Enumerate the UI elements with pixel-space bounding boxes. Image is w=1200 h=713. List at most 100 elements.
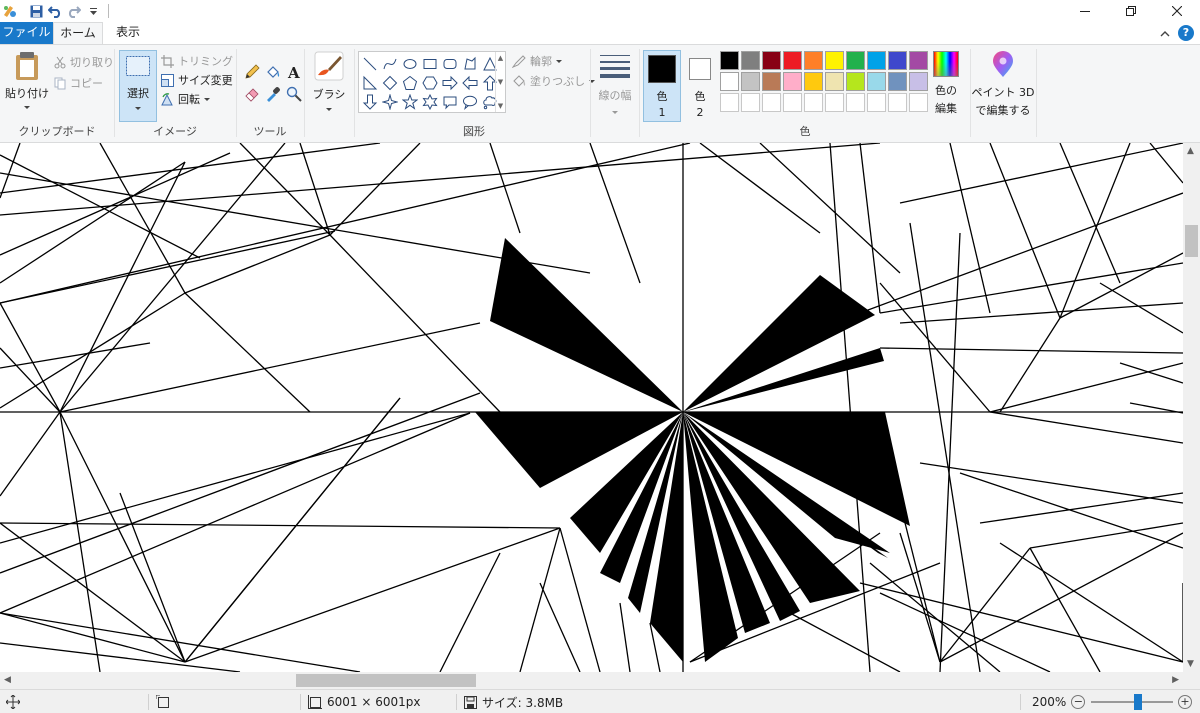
palette-swatch[interactable]: [867, 51, 886, 70]
palette-swatch[interactable]: [846, 51, 865, 70]
vertical-scroll-thumb[interactable]: [1185, 225, 1198, 257]
five-point-star-shape-icon[interactable]: [401, 92, 419, 111]
canvas-line: [0, 392, 481, 574]
rounded-rectangle-shape-icon[interactable]: [441, 54, 459, 73]
selection-size: [156, 690, 170, 713]
right-triangle-shape-icon[interactable]: [361, 73, 379, 92]
polygon-shape-icon[interactable]: [461, 54, 479, 73]
vertical-scrollbar[interactable]: ▲ ▼: [1183, 143, 1200, 672]
palette-swatch[interactable]: [867, 72, 886, 91]
scroll-left-icon[interactable]: ◀: [4, 675, 11, 685]
palette-swatch[interactable]: [846, 93, 865, 112]
status-separator: [1020, 694, 1021, 710]
status-separator: [148, 694, 149, 710]
save-icon[interactable]: [27, 2, 45, 20]
horizontal-scrollbar[interactable]: ◀ ▶: [0, 672, 1183, 689]
four-point-star-shape-icon[interactable]: [381, 92, 399, 111]
horizontal-scroll-thumb[interactable]: [296, 674, 476, 687]
left-arrow-shape-icon[interactable]: [461, 73, 479, 92]
tab-file[interactable]: ファイル: [0, 22, 53, 44]
scroll-up-icon[interactable]: ▲: [1187, 146, 1194, 156]
outline-button[interactable]: 輪郭: [512, 51, 562, 71]
tab-view[interactable]: 表示: [106, 22, 150, 44]
gallery-more-icon[interactable]: ▼: [498, 102, 503, 110]
palette-swatch[interactable]: [804, 72, 823, 91]
palette-swatch[interactable]: [741, 93, 760, 112]
zoom-slider-track[interactable]: [1091, 701, 1173, 703]
color1-button[interactable]: 色 1: [643, 50, 681, 122]
right-arrow-shape-icon[interactable]: [441, 73, 459, 92]
color2-button[interactable]: 色 2: [685, 50, 715, 122]
color-palette: [720, 51, 928, 112]
redo-icon[interactable]: [65, 2, 83, 20]
zoom-control: 200% −: [1032, 690, 1086, 713]
palette-swatch[interactable]: [909, 72, 928, 91]
palette-swatch[interactable]: [888, 51, 907, 70]
palette-swatch[interactable]: [720, 51, 739, 70]
palette-swatch[interactable]: [741, 72, 760, 91]
canvas-line: [759, 143, 901, 274]
close-button[interactable]: [1154, 0, 1200, 22]
shapes-gallery-scroll[interactable]: ▲ ▼ ▼: [495, 52, 505, 112]
gallery-up-icon[interactable]: ▲: [498, 54, 503, 62]
canvas-line: [0, 161, 186, 284]
scroll-right-icon[interactable]: ▶: [1172, 675, 1179, 685]
edit-colors-button[interactable]: 色の 編集: [928, 51, 964, 116]
diamond-shape-icon[interactable]: [381, 73, 399, 92]
canvas-line: [859, 582, 1183, 663]
palette-swatch[interactable]: [783, 51, 802, 70]
palette-swatch[interactable]: [867, 93, 886, 112]
palette-swatch[interactable]: [888, 93, 907, 112]
line-shape-icon[interactable]: [361, 54, 379, 73]
undo-icon[interactable]: [46, 2, 64, 20]
palette-swatch[interactable]: [720, 93, 739, 112]
zoom-in-button[interactable]: +: [1178, 695, 1192, 709]
palette-swatch[interactable]: [720, 72, 739, 91]
curve-shape-icon[interactable]: [381, 54, 399, 73]
edit-with-paint3d-button[interactable]: ペイント 3D で編集する: [972, 51, 1034, 118]
palette-swatch[interactable]: [804, 93, 823, 112]
help-icon[interactable]: ?: [1178, 25, 1194, 41]
rounded-callout-shape-icon[interactable]: [441, 92, 459, 111]
canvas-line: [999, 542, 1183, 663]
palette-swatch[interactable]: [825, 93, 844, 112]
palette-swatch[interactable]: [783, 72, 802, 91]
size-button[interactable]: 線の幅: [596, 53, 634, 114]
palette-swatch[interactable]: [741, 51, 760, 70]
palette-swatch[interactable]: [909, 93, 928, 112]
oval-shape-icon[interactable]: [401, 54, 419, 73]
customize-qat-icon[interactable]: [84, 2, 102, 20]
collapse-ribbon-icon[interactable]: [1160, 30, 1170, 37]
palette-swatch[interactable]: [825, 51, 844, 70]
scroll-down-icon[interactable]: ▼: [1187, 659, 1194, 669]
rectangle-shape-icon[interactable]: [421, 54, 439, 73]
shape-fill-button[interactable]: 塗りつぶし: [512, 71, 596, 91]
oval-callout-shape-icon[interactable]: [461, 92, 479, 111]
zoom-slider-thumb[interactable]: [1133, 694, 1142, 710]
status-bar: 6001 × 6001px サイズ: 3.8MB 200% − +: [0, 689, 1200, 713]
tab-home[interactable]: ホーム: [53, 22, 103, 45]
palette-swatch[interactable]: [762, 72, 781, 91]
restore-button[interactable]: [1108, 0, 1154, 22]
palette-swatch[interactable]: [783, 93, 802, 112]
size-dropdown-icon: [612, 111, 618, 114]
palette-swatch[interactable]: [804, 51, 823, 70]
drawing-canvas[interactable]: [0, 143, 1183, 672]
palette-swatch[interactable]: [909, 51, 928, 70]
palette-swatch[interactable]: [846, 72, 865, 91]
palette-swatch[interactable]: [888, 72, 907, 91]
canvas-line: [989, 411, 1183, 444]
palette-swatch[interactable]: [825, 72, 844, 91]
palette-swatch[interactable]: [762, 51, 781, 70]
minimize-button[interactable]: [1062, 0, 1108, 22]
selection-size-icon: [156, 695, 169, 708]
six-point-star-shape-icon[interactable]: [421, 92, 439, 111]
zoom-in-area: +: [1178, 690, 1192, 713]
gallery-down-icon[interactable]: ▼: [498, 78, 503, 86]
zoom-out-button[interactable]: −: [1071, 695, 1086, 709]
palette-swatch[interactable]: [762, 93, 781, 112]
down-arrow-shape-icon[interactable]: [361, 92, 379, 111]
hexagon-shape-icon[interactable]: [421, 73, 439, 92]
pentagon-shape-icon[interactable]: [401, 73, 419, 92]
paint-app-icon[interactable]: [1, 2, 19, 20]
